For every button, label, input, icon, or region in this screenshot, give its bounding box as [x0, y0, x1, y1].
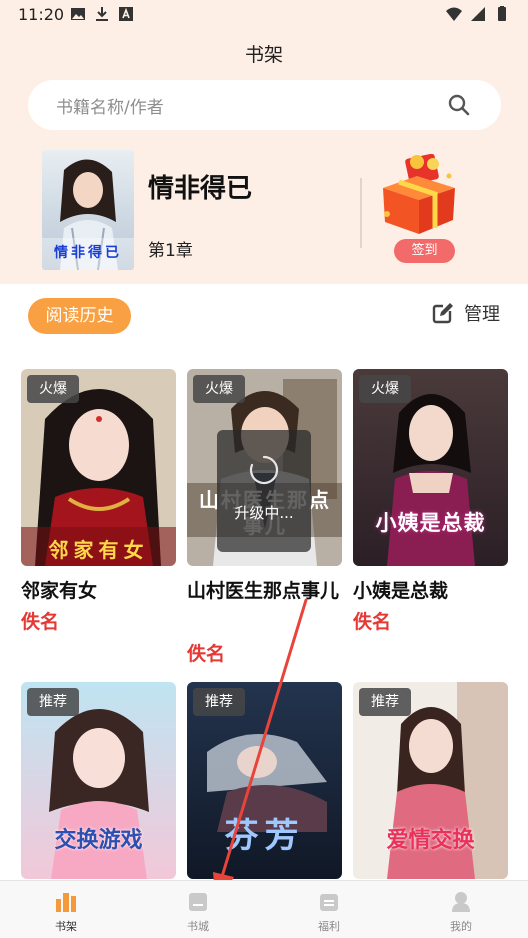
book-card[interactable]: 交换游戏 推荐: [21, 682, 176, 879]
profile-icon: [452, 892, 470, 912]
cover-text: 交换游戏: [54, 828, 143, 853]
nav-label: 书城: [187, 920, 209, 933]
manage-button[interactable]: 管理: [432, 300, 500, 326]
status-bar: 11:20: [0, 0, 528, 30]
book-cover[interactable]: 交换游戏 推荐: [21, 682, 176, 879]
book-title[interactable]: 山村医生那点事儿: [187, 575, 342, 607]
search-icon[interactable]: [447, 93, 471, 117]
manage-label: 管理: [464, 304, 500, 325]
loading-overlay: 升级中...: [217, 430, 311, 552]
book-cover[interactable]: 爱情交换 推荐: [353, 682, 508, 879]
book-tag: 火爆: [27, 375, 79, 403]
search-placeholder: 书籍名称/作者: [56, 98, 164, 118]
bottom-nav: 书架 书城 福利 我的: [0, 880, 528, 938]
current-book-chapter[interactable]: 第1章: [148, 236, 193, 261]
cover-text: 爱情交换: [386, 828, 475, 853]
cover-text: 情非得已: [54, 245, 122, 261]
cover-text: 邻家有女: [48, 538, 149, 562]
book-card[interactable]: 爱情交换 推荐: [353, 682, 508, 879]
nav-item-welfare[interactable]: 福利: [289, 881, 369, 938]
current-book-cover[interactable]: 情非得已: [42, 150, 134, 270]
nav-item-bookshelf[interactable]: 书架: [26, 881, 106, 938]
current-book-title[interactable]: 情非得已: [148, 168, 252, 205]
book-card[interactable]: 芬芳 推荐: [187, 682, 342, 879]
book-card[interactable]: 邻家有女 火爆 邻家有女 佚名: [21, 369, 176, 669]
book-tag: 火爆: [193, 375, 245, 403]
book-cover[interactable]: 邻家有女 火爆: [21, 369, 176, 566]
edit-icon: [432, 302, 454, 324]
nav-label: 我的: [450, 920, 472, 933]
search-input[interactable]: 书籍名称/作者: [28, 80, 501, 130]
status-time: 11:20: [18, 5, 65, 24]
signal-icon: [471, 7, 485, 21]
wifi-icon: [446, 7, 462, 21]
cover-text: 小姨是总裁: [375, 511, 486, 535]
spinner-icon: [249, 455, 279, 485]
nav-label: 福利: [318, 920, 340, 933]
cover-text: 芬芳: [224, 816, 305, 856]
book-author: 佚名: [21, 611, 60, 633]
book-card[interactable]: 小姨是总裁 火爆 小姨是总裁 佚名: [353, 369, 508, 669]
bookshelf-icon: [56, 893, 76, 912]
book-author: 佚名: [187, 643, 226, 665]
book-title[interactable]: 邻家有女: [21, 575, 176, 607]
book-tag: 推荐: [193, 688, 245, 716]
reading-history-button[interactable]: 阅读历史: [28, 298, 131, 334]
loading-text: 升级中...: [234, 504, 294, 522]
nav-item-profile[interactable]: 我的: [421, 881, 501, 938]
divider: [360, 178, 362, 248]
page-title: 书架: [244, 44, 283, 66]
book-tag: 火爆: [359, 375, 411, 403]
image-icon: [71, 8, 85, 20]
bookstore-icon: [189, 893, 207, 911]
checkin-button[interactable]: 签到: [394, 239, 455, 263]
nav-item-bookstore[interactable]: 书城: [158, 881, 238, 938]
book-author: 佚名: [353, 611, 392, 633]
download-icon: [96, 7, 108, 21]
font-icon: [119, 7, 133, 21]
nav-label: 书架: [55, 920, 77, 933]
book-tag: 推荐: [27, 688, 79, 716]
book-title[interactable]: 小姨是总裁: [353, 575, 508, 607]
book-tag: 推荐: [359, 688, 411, 716]
book-cover[interactable]: 小姨是总裁 火爆: [353, 369, 508, 566]
welfare-icon: [320, 894, 338, 911]
battery-icon: [498, 6, 506, 21]
gift-box-icon[interactable]: [377, 154, 461, 238]
book-cover[interactable]: 芬芳 推荐: [187, 682, 342, 879]
